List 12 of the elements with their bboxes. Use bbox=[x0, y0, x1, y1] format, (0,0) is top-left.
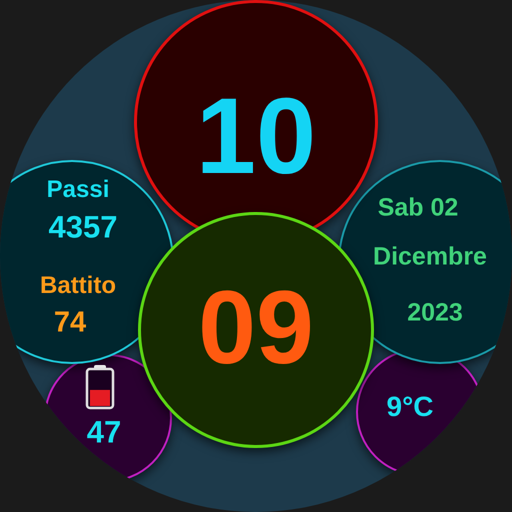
heart-rate-value: 74 bbox=[54, 308, 86, 338]
steps-value: 4357 bbox=[48, 212, 118, 242]
hour-text: 10 bbox=[196, 82, 316, 190]
date-year: 2023 bbox=[407, 300, 463, 326]
minute-text: 09 bbox=[198, 276, 314, 380]
temperature-text: 9°C bbox=[386, 393, 434, 421]
heart-rate-label: Battito bbox=[40, 274, 116, 298]
steps-label: Passi bbox=[46, 178, 110, 202]
date-month: Dicembre bbox=[373, 244, 487, 270]
battery-icon bbox=[85, 364, 115, 410]
date-day: Sab 02 bbox=[378, 196, 458, 220]
battery-value: 47 bbox=[86, 416, 122, 448]
